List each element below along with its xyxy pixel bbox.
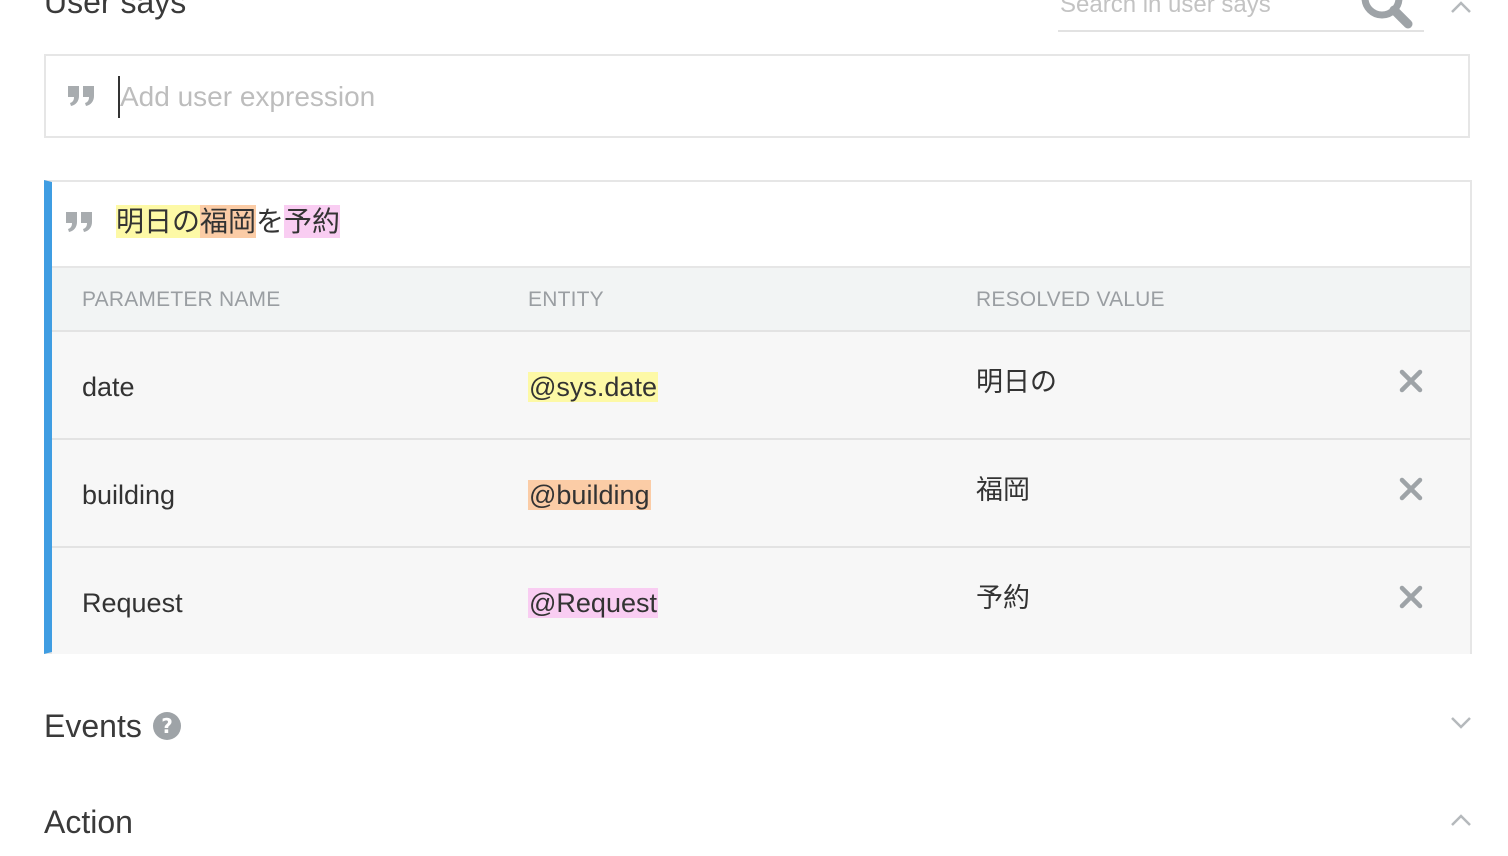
- header-parameter-name: PARAMETER NAME: [82, 288, 281, 311]
- intent-editor-page: User says 明日の福岡を予約 PARAMETER N: [0, 0, 1508, 856]
- quote-icon: [68, 86, 94, 106]
- parameter-entity[interactable]: @building: [528, 478, 651, 512]
- parameter-name[interactable]: Request: [82, 586, 183, 620]
- parameter-name[interactable]: date: [82, 370, 135, 404]
- user-says-title: User says: [44, 0, 187, 20]
- header-entity: ENTITY: [528, 288, 604, 311]
- parameter-resolved-value[interactable]: 予約: [976, 582, 1030, 616]
- training-phrase-row[interactable]: 明日の福岡を予約: [52, 182, 1470, 268]
- training-phrase-card: 明日の福岡を予約 PARAMETER NAME ENTITY RESOLVED …: [44, 180, 1472, 654]
- parameter-resolved-value[interactable]: 明日の: [976, 366, 1057, 400]
- close-icon[interactable]: [1398, 476, 1424, 502]
- svg-text:?: ?: [161, 714, 173, 738]
- training-phrase-text[interactable]: 明日の福岡を予約: [116, 204, 341, 240]
- search-icon[interactable]: [1358, 0, 1418, 30]
- add-user-expression-input[interactable]: [118, 76, 1422, 118]
- quote-icon: [66, 212, 92, 232]
- chevron-up-icon[interactable]: [1450, 0, 1472, 14]
- entity-label[interactable]: @building: [528, 480, 651, 510]
- phrase-segment-building[interactable]: 福岡: [200, 205, 257, 238]
- parameter-resolved-value[interactable]: 福岡: [976, 474, 1030, 508]
- close-icon[interactable]: [1398, 584, 1424, 610]
- phrase-segment-date[interactable]: 明日の: [116, 205, 201, 238]
- table-row: building @building 福岡: [52, 440, 1470, 548]
- parameter-entity[interactable]: @Request: [528, 586, 658, 620]
- parameter-name[interactable]: building: [82, 478, 175, 512]
- table-row: date @sys.date 明日の: [52, 332, 1470, 440]
- entity-label[interactable]: @Request: [528, 588, 658, 618]
- add-expression-box: [44, 54, 1470, 138]
- header-resolved-value: RESOLVED VALUE: [976, 288, 1165, 311]
- user-says-search: [1058, 0, 1424, 32]
- phrase-segment-request[interactable]: 予約: [284, 205, 341, 238]
- phrase-segment-plain: を: [256, 205, 285, 238]
- help-icon[interactable]: ?: [152, 711, 182, 741]
- parameters-table-header: PARAMETER NAME ENTITY RESOLVED VALUE: [52, 268, 1470, 332]
- close-icon[interactable]: [1398, 368, 1424, 394]
- chevron-down-icon[interactable]: [1450, 716, 1472, 730]
- chevron-up-icon[interactable]: [1450, 813, 1472, 827]
- action-section-title[interactable]: Action: [44, 806, 133, 838]
- events-section-title[interactable]: Events: [44, 710, 142, 742]
- entity-label[interactable]: @sys.date: [528, 372, 658, 402]
- search-input[interactable]: [1058, 0, 1352, 20]
- table-row: Request @Request 予約: [52, 548, 1470, 654]
- parameter-entity[interactable]: @sys.date: [528, 370, 658, 404]
